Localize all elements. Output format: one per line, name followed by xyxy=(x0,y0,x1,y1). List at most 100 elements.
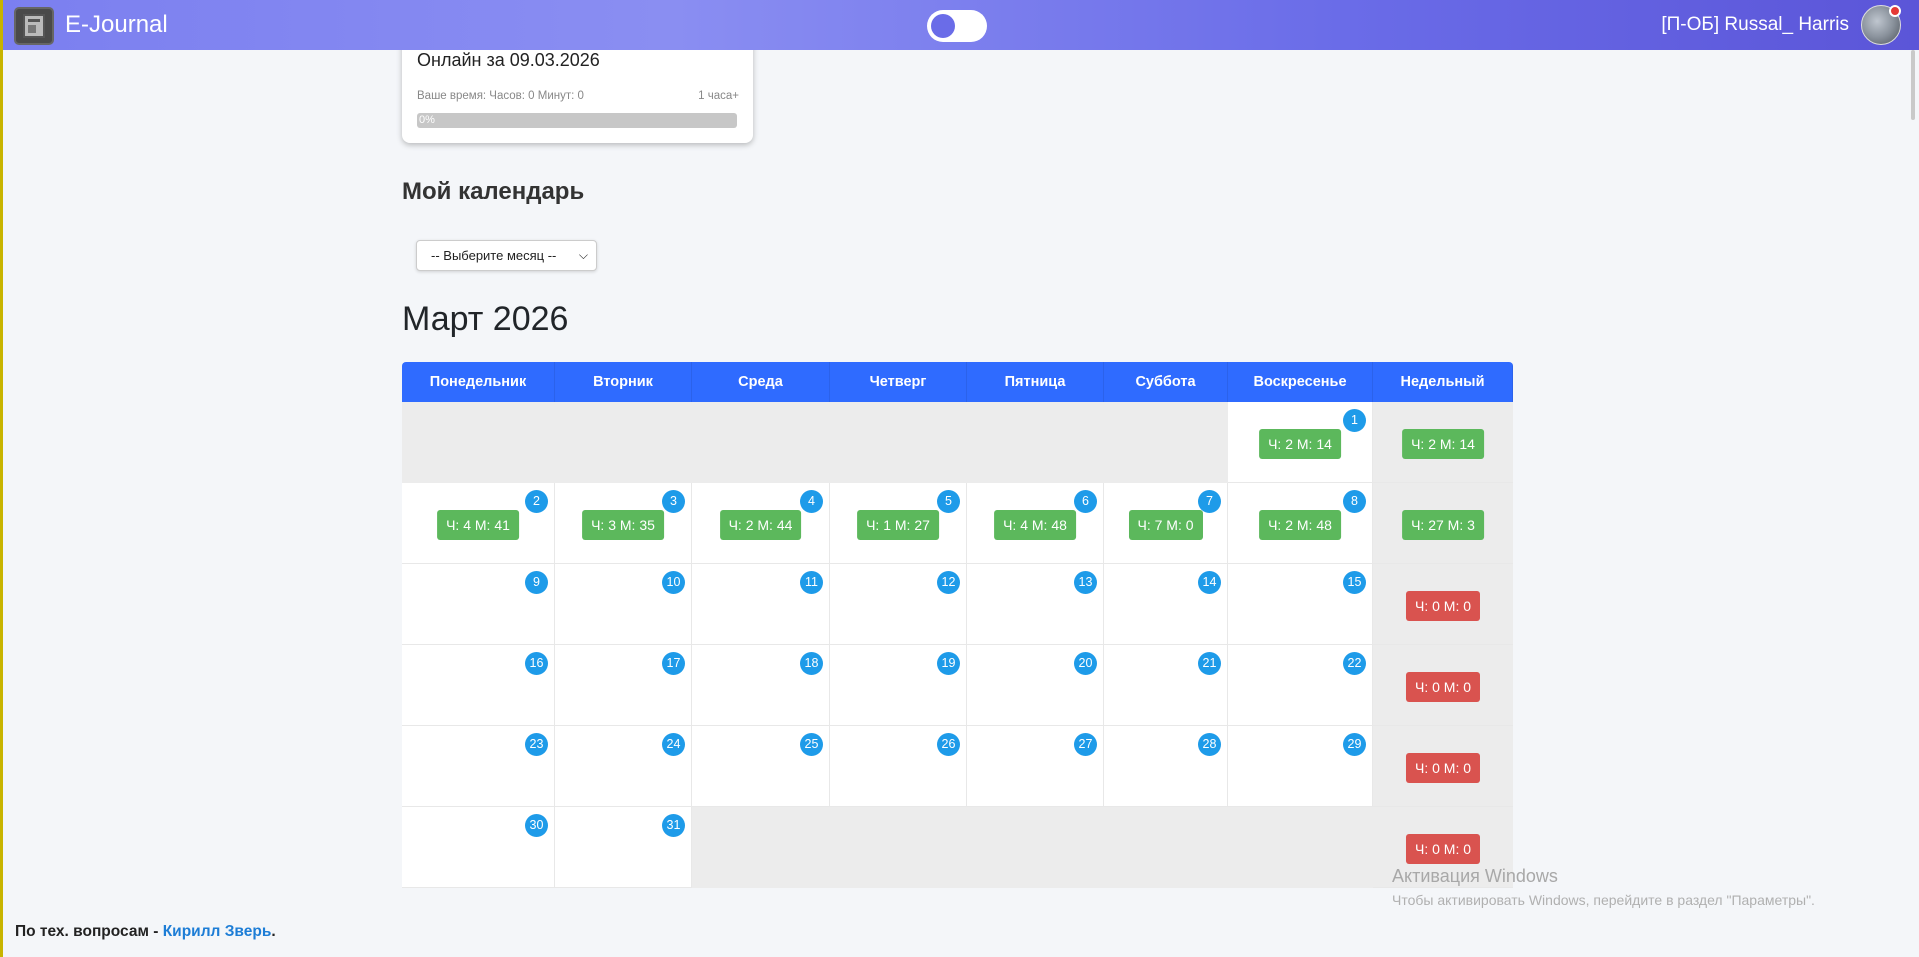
weekly-total-cell: Ч: 27 М: 3 xyxy=(1373,483,1513,564)
notification-dot-icon xyxy=(1889,5,1901,17)
day-number: 13 xyxy=(1074,571,1097,594)
calendar-day-cell[interactable]: 1 Ч: 2 М: 14 xyxy=(1228,402,1373,483)
calendar-day-cell[interactable]: 21 xyxy=(1104,645,1228,726)
scrollbar-thumb[interactable] xyxy=(1911,50,1915,120)
chevron-down-icon: ⌵ xyxy=(578,248,588,262)
day-number: 31 xyxy=(662,814,685,837)
calendar-day-cell[interactable]: 28 xyxy=(1104,726,1228,807)
weekly-total-badge: Ч: 2 М: 14 xyxy=(1402,429,1484,459)
calendar-day-cell[interactable]: 22 xyxy=(1228,645,1373,726)
calendar-day-cell[interactable]: 24 xyxy=(555,726,692,807)
calendar-day-cell[interactable]: 2 Ч: 4 М: 41 xyxy=(402,483,555,564)
theme-toggle[interactable] xyxy=(927,10,987,42)
support-contact-link[interactable]: Кирилл Зверь xyxy=(163,923,272,940)
calendar-day-cell[interactable]: 6 Ч: 4 М: 48 xyxy=(967,483,1104,564)
calendar-day-cell[interactable]: 13 xyxy=(967,564,1104,645)
online-time-label: Ваше время: Часов: 0 Минут: 0 xyxy=(417,90,584,102)
calendar-day-cell[interactable]: 17 xyxy=(555,645,692,726)
footer: По тех. вопросам - Кирилл Зверь. xyxy=(15,923,276,941)
toggle-knob xyxy=(931,14,955,38)
day-time-badge: Ч: 1 М: 27 xyxy=(857,510,939,540)
calendar-day-cell[interactable]: 5 Ч: 1 М: 27 xyxy=(830,483,967,564)
calendar-day-cell[interactable]: 3 Ч: 3 М: 35 xyxy=(555,483,692,564)
calendar-empty-cell xyxy=(967,402,1104,483)
calendar-day-cell[interactable]: 30 xyxy=(402,807,555,888)
calendar-day-cell[interactable]: 27 xyxy=(967,726,1104,807)
calendar-day-cell[interactable]: 11 xyxy=(692,564,830,645)
weekly-total-cell: Ч: 0 М: 0 xyxy=(1373,564,1513,645)
day-number: 3 xyxy=(662,490,685,513)
day-number: 21 xyxy=(1198,652,1221,675)
calendar-day-cell[interactable]: 23 xyxy=(402,726,555,807)
day-number: 26 xyxy=(937,733,960,756)
day-number: 22 xyxy=(1343,652,1366,675)
day-number: 30 xyxy=(525,814,548,837)
progress-text: 0% xyxy=(419,114,435,126)
calendar-week-row: 2 Ч: 4 М: 41 3 Ч: 3 М: 35 4 Ч: 2 М: 44 5 Ч: 1 М… xyxy=(402,483,1513,564)
window-edge xyxy=(0,0,3,957)
calendar-day-cell[interactable]: 10 xyxy=(555,564,692,645)
calendar-day-cell[interactable]: 26 xyxy=(830,726,967,807)
user-name[interactable]: [П-ОБ] Russal_ Harris xyxy=(1661,14,1849,36)
column-header: Четверг xyxy=(830,362,967,402)
calendar-week-row: 9 10 11 12 13 14 15 Ч: 0 М: 0 xyxy=(402,564,1513,645)
user-avatar[interactable] xyxy=(1861,5,1901,45)
calendar-day-cell[interactable]: 7 Ч: 7 М: 0 xyxy=(1104,483,1228,564)
online-title: Онлайн за 09.03.2026 xyxy=(417,50,600,70)
calendar-day-cell[interactable]: 9 xyxy=(402,564,555,645)
day-number: 10 xyxy=(662,571,685,594)
day-number: 23 xyxy=(525,733,548,756)
weekly-total-cell: Ч: 0 М: 0 xyxy=(1373,726,1513,807)
calendar-day-cell[interactable]: 19 xyxy=(830,645,967,726)
day-number: 19 xyxy=(937,652,960,675)
calendar-day-cell[interactable]: 15 xyxy=(1228,564,1373,645)
calendar-day-cell[interactable]: 20 xyxy=(967,645,1104,726)
footer-suffix: . xyxy=(271,923,276,940)
calendar-empty-cell xyxy=(830,402,967,483)
column-header: Суббота xyxy=(1104,362,1228,402)
calendar-day-cell[interactable]: 25 xyxy=(692,726,830,807)
day-number: 18 xyxy=(800,652,823,675)
weekly-total-cell: Ч: 0 М: 0 xyxy=(1373,645,1513,726)
day-number: 4 xyxy=(800,490,823,513)
app-logo-icon[interactable] xyxy=(14,7,54,45)
month-select[interactable]: -- Выберите месяц -- ⌵ xyxy=(416,240,597,271)
calendar-day-cell[interactable]: 12 xyxy=(830,564,967,645)
calendar-day-cell[interactable]: 4 Ч: 2 М: 44 xyxy=(692,483,830,564)
calendar-empty-cell xyxy=(692,807,830,888)
calendar-empty-cell xyxy=(692,402,830,483)
footer-text: По тех. вопросам - xyxy=(15,923,163,940)
day-time-badge: Ч: 3 М: 35 xyxy=(582,510,664,540)
calendar-empty-cell xyxy=(830,807,967,888)
calendar-day-cell[interactable]: 14 xyxy=(1104,564,1228,645)
day-number: 9 xyxy=(525,571,548,594)
day-number: 11 xyxy=(800,571,823,594)
weekly-total-badge: Ч: 27 М: 3 xyxy=(1402,510,1484,540)
calendar-day-cell[interactable]: 29 xyxy=(1228,726,1373,807)
day-number: 16 xyxy=(525,652,548,675)
column-header: Недельный xyxy=(1373,362,1513,402)
day-number: 25 xyxy=(800,733,823,756)
day-number: 15 xyxy=(1343,571,1366,594)
column-header: Пятница xyxy=(967,362,1104,402)
calendar-heading: Мой календарь xyxy=(402,178,585,205)
calendar-week-row: 1 Ч: 2 М: 14 Ч: 2 М: 14 xyxy=(402,402,1513,483)
day-number: 24 xyxy=(662,733,685,756)
calendar-day-cell[interactable]: 16 xyxy=(402,645,555,726)
day-time-badge: Ч: 4 М: 48 xyxy=(994,510,1076,540)
column-header: Вторник xyxy=(555,362,692,402)
online-goal-label: 1 часа+ xyxy=(698,90,739,102)
calendar-day-cell[interactable]: 8 Ч: 2 М: 48 xyxy=(1228,483,1373,564)
day-number: 14 xyxy=(1198,571,1221,594)
calendar-day-cell[interactable]: 18 xyxy=(692,645,830,726)
day-time-badge: Ч: 2 М: 14 xyxy=(1259,429,1341,459)
day-number: 29 xyxy=(1343,733,1366,756)
app-brand[interactable]: E-Journal xyxy=(65,11,168,39)
online-card: Онлайн за 09.03.2026 Ваше время: Часов: … xyxy=(402,35,753,143)
calendar-body: 1 Ч: 2 М: 14 Ч: 2 М: 14 2 Ч: 4 М: 41 3 Ч: 3 М:… xyxy=(402,402,1513,888)
calendar-day-cell[interactable]: 31 xyxy=(555,807,692,888)
weekly-total-badge: Ч: 0 М: 0 xyxy=(1405,591,1481,621)
windows-activation-title: Активация Windows xyxy=(1392,866,1558,886)
day-number: 12 xyxy=(937,571,960,594)
calendar-week-row: 30 31 Ч: 0 М: 0 xyxy=(402,807,1513,888)
